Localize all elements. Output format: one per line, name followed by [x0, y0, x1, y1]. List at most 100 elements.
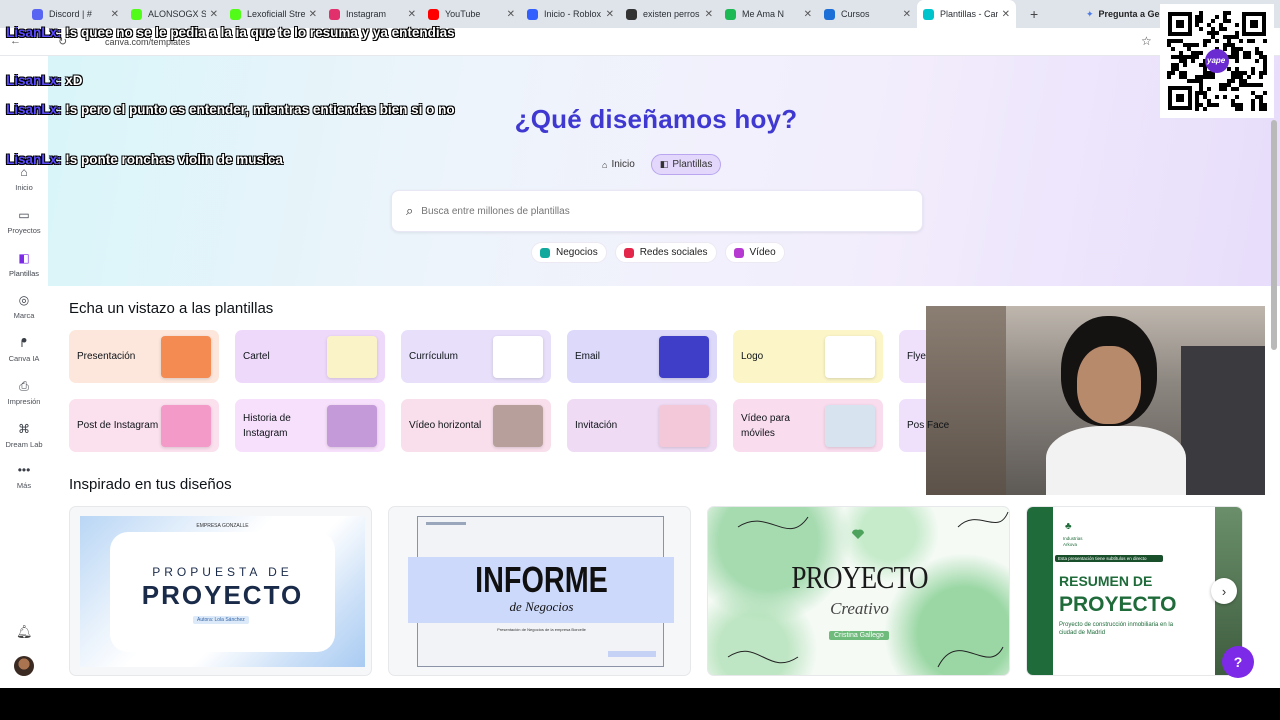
qr-module — [1223, 15, 1227, 19]
category-chip[interactable]: Negocios — [531, 242, 607, 263]
inspired-section-title: Inspirado en tus diseños — [69, 476, 232, 493]
browser-tab[interactable]: Cursos ✕ — [818, 0, 917, 28]
close-tab-icon[interactable]: ✕ — [903, 9, 911, 20]
qr-module — [1199, 63, 1203, 67]
qr-module — [1239, 47, 1243, 51]
qr-module — [1255, 83, 1259, 87]
qr-module — [1255, 59, 1259, 63]
notifications-bell-icon[interactable]: 🔔︎ — [16, 624, 33, 640]
template-type-tile[interactable]: Currículum — [401, 330, 551, 383]
close-tab-icon[interactable]: ✕ — [705, 9, 713, 20]
template-type-thumbnail — [825, 336, 875, 378]
page-scrollbar[interactable] — [1271, 120, 1277, 350]
qr-module — [1259, 99, 1263, 103]
close-tab-icon[interactable]: ✕ — [1002, 9, 1010, 20]
help-button[interactable]: ? — [1222, 646, 1254, 678]
pill-templates[interactable]: ◧ Plantillas — [650, 154, 722, 175]
sidebar-item-inicio[interactable]: ⌂ Inicio — [0, 166, 48, 192]
sidebar-item-marca[interactable]: ◎ Marca — [0, 294, 48, 320]
brand-icon: ◎ — [18, 293, 30, 307]
qr-module — [1231, 75, 1235, 79]
qr-module — [1231, 51, 1235, 55]
sidebar-item-m-s[interactable]: ••• Más — [0, 464, 48, 490]
qr-module — [1263, 59, 1267, 63]
qr-module — [1175, 63, 1179, 67]
close-tab-icon[interactable]: ✕ — [111, 9, 119, 20]
pill-home[interactable]: ⌂ Inicio — [594, 154, 643, 175]
carousel-next-button[interactable]: › — [1211, 578, 1237, 604]
qr-module — [1191, 51, 1195, 55]
qr-module — [1263, 103, 1267, 107]
template-type-tile[interactable]: Post de Instagram — [69, 399, 219, 452]
gemini-icon: ✦ — [1086, 8, 1094, 19]
qr-module — [1207, 87, 1211, 91]
sidebar-item-label: Inicio — [15, 183, 33, 192]
qr-module — [1231, 79, 1235, 83]
more-icon: ••• — [17, 463, 31, 477]
qr-module — [1167, 71, 1171, 75]
template-type-tile[interactable]: Cartel — [235, 330, 385, 383]
template-type-label: Vídeo para móviles — [741, 412, 790, 439]
sidebar-item-plantillas[interactable]: ◧ Plantillas — [0, 252, 48, 278]
close-tab-icon[interactable]: ✕ — [309, 9, 317, 20]
browser-tab[interactable]: Plantillas - Can ✕ — [917, 0, 1016, 28]
sidebar-item-impresi-n[interactable]: ⎙ Impresión — [0, 380, 48, 406]
chat-text: !s ponte ronchas violin de musica — [65, 152, 283, 167]
qr-module — [1235, 87, 1239, 91]
sidebar-item-canva-ia[interactable]: ᖰ Canva IA — [0, 337, 48, 363]
category-chip[interactable]: Vídeo — [724, 242, 785, 263]
tab-title: ALONSOGX St — [148, 9, 206, 19]
qr-module — [1251, 103, 1255, 107]
browser-tab[interactable]: Inicio - Roblox ✕ — [521, 0, 620, 28]
qr-module — [1179, 71, 1183, 75]
qr-module — [1195, 19, 1199, 23]
browser-tab[interactable]: Me Ama N ✕ — [719, 0, 818, 28]
new-tab-button[interactable]: + — [1030, 6, 1038, 22]
template-type-tile[interactable]: Invitación — [567, 399, 717, 452]
bookmark-star-icon[interactable]: ☆ — [1141, 34, 1152, 48]
browser-tab[interactable]: existen perros ✕ — [620, 0, 719, 28]
qr-module — [1167, 39, 1171, 43]
close-tab-icon[interactable]: ✕ — [804, 9, 812, 20]
qr-module — [1183, 43, 1187, 47]
qr-module — [1259, 55, 1263, 59]
qr-module — [1239, 39, 1243, 43]
templates-icon: ◧ — [18, 251, 30, 265]
design-card[interactable]: PROYECTO Creativo Cristina Gallego — [707, 506, 1010, 676]
qr-code: yape — [1160, 4, 1274, 118]
qr-module — [1259, 95, 1263, 99]
design-card[interactable]: EMPRESA GONZALLE PROPUESTA DE PROYECTO A… — [69, 506, 372, 676]
search-input[interactable] — [421, 205, 882, 217]
template-type-tile[interactable]: Logo — [733, 330, 883, 383]
qr-module — [1219, 83, 1223, 87]
sidebar-item-proyectos[interactable]: ▭ Proyectos — [0, 209, 48, 235]
tab-favicon-icon — [329, 8, 340, 20]
qr-module — [1251, 83, 1255, 87]
qr-module — [1263, 55, 1267, 59]
template-type-tile[interactable]: Email — [567, 330, 717, 383]
close-tab-icon[interactable]: ✕ — [408, 9, 416, 20]
qr-module — [1215, 31, 1219, 35]
tab-title: YouTube — [445, 9, 481, 19]
tab-title: Cursos — [841, 9, 870, 19]
sidebar-item-dream-lab[interactable]: ⌘ Dream Lab — [0, 423, 48, 449]
close-tab-icon[interactable]: ✕ — [507, 9, 515, 20]
qr-module — [1179, 39, 1183, 43]
avatar[interactable] — [14, 656, 34, 676]
template-type-tile[interactable]: Vídeo horizontal — [401, 399, 551, 452]
qr-module — [1199, 79, 1203, 83]
template-type-thumbnail — [825, 405, 875, 447]
qr-module — [1171, 39, 1175, 43]
template-type-tile[interactable]: Historia de Instagram — [235, 399, 385, 452]
close-tab-icon[interactable]: ✕ — [606, 9, 614, 20]
qr-module — [1203, 43, 1207, 47]
qr-module — [1227, 35, 1231, 39]
template-type-tile[interactable]: Presentación — [69, 330, 219, 383]
category-chip[interactable]: Redes sociales — [614, 242, 717, 263]
close-tab-icon[interactable]: ✕ — [210, 9, 218, 20]
template-type-label: Pos Face — [907, 420, 950, 431]
card-side-band — [1027, 507, 1053, 675]
template-type-tile[interactable]: Vídeo para móviles — [733, 399, 883, 452]
design-card[interactable]: INFORME de Negocios Presentación de Nego… — [388, 506, 691, 676]
qr-module — [1255, 47, 1259, 51]
